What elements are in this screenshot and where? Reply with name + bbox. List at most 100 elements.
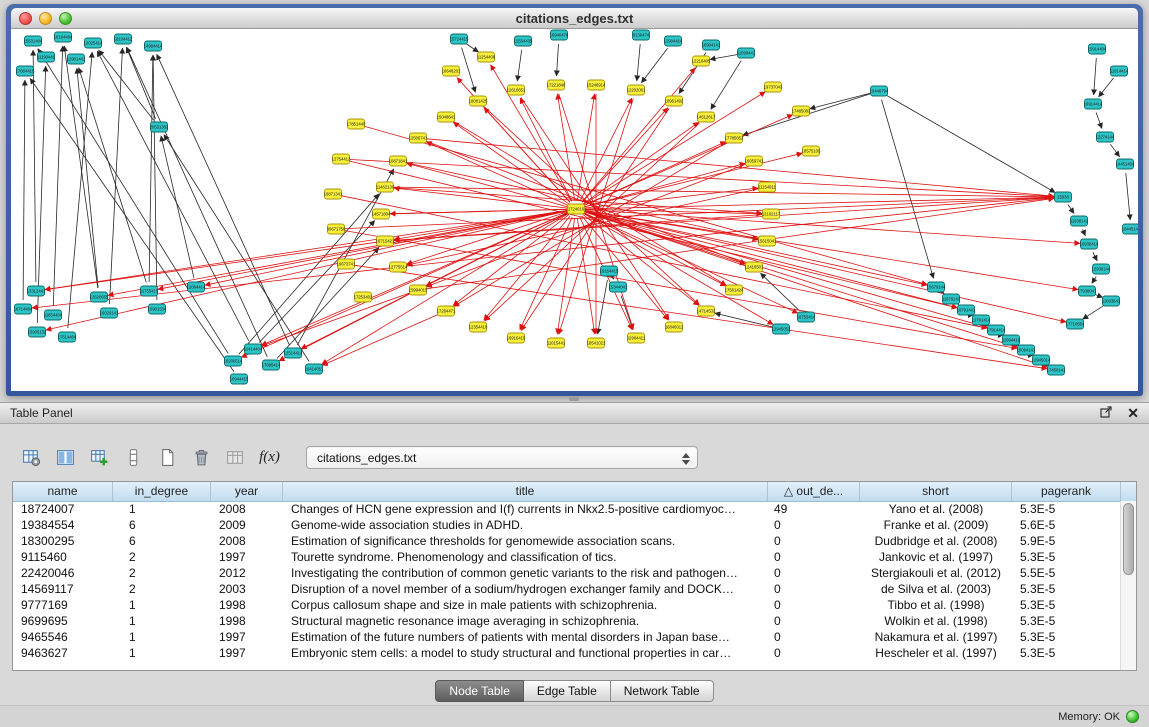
table-row[interactable]: 2242004622012Investigating the contribut… [13,565,1121,581]
graph-node[interactable]: 16715421 [376,236,395,246]
graph-edge[interactable] [710,55,737,60]
graph-node[interactable]: 12775514 [389,262,408,272]
graph-node[interactable]: 16059741 [745,156,764,166]
graph-edge[interactable] [585,212,988,328]
graph-node[interactable]: 15905132 [28,327,47,337]
graph-edge[interactable] [127,47,268,357]
graph-node[interactable]: 12791414 [972,315,991,325]
graph-edge[interactable] [598,280,608,334]
graph-node[interactable]: 12216405 [692,56,711,66]
graph-node[interactable]: 15679144 [927,282,946,292]
graph-node[interactable]: 12506741 [409,133,428,143]
column-header-short[interactable]: short [860,482,1012,501]
graph-node[interactable]: 16916415 [507,333,526,343]
graph-node[interactable]: 16940478 [550,30,569,40]
graph-node[interactable]: 16791441 [957,305,976,315]
graph-node[interactable]: 15994015 [409,285,428,295]
graph-node[interactable]: 16904141 [702,40,721,50]
graph-edge[interactable] [30,78,234,371]
graph-node[interactable]: 12901441 [67,54,86,64]
graph-node[interactable]: 12554439 [514,36,533,46]
graph-node[interactable]: 18081425 [469,96,488,106]
graph-edge[interactable] [262,293,410,346]
graph-node[interactable]: 15901534 [148,304,167,314]
graph-edge[interactable] [53,46,62,306]
graph-node[interactable]: 17253402 [354,292,373,302]
graph-edge[interactable] [585,212,1018,348]
graph-node[interactable]: 11015441 [547,338,566,348]
graph-edge[interactable] [641,48,667,83]
minimize-window-button[interactable] [39,12,52,25]
graph-node[interactable]: 16755414 [797,312,816,322]
graph-node[interactable]: 16029141 [100,308,119,318]
graph-node[interactable]: 17938041 [1078,286,1097,296]
graph-edge[interactable] [64,46,98,288]
graph-node[interactable]: 16961492 [665,96,684,106]
graph-node[interactable]: 12754412 [332,154,351,164]
table-row[interactable]: 1830029562008Estimation of significance … [13,533,1121,549]
graph-node[interactable]: 16414051 [305,364,324,374]
table-settings-icon[interactable] [18,444,45,471]
column-header-title[interactable]: title [283,482,768,501]
table-row[interactable]: 946362711997Embryonic stem cells: a mode… [13,645,1121,661]
graph-edge[interactable] [345,197,1054,228]
graph-node[interactable]: 11755415 [140,286,159,296]
graph-edge[interactable] [577,218,594,334]
graph-edge[interactable] [585,211,1066,322]
graph-edge[interactable] [1126,173,1130,220]
graph-node[interactable]: 17895414 [262,360,281,370]
column-header-year[interactable]: year [211,482,283,501]
graph-node[interactable]: 15344041 [609,282,628,292]
graph-node[interactable]: 10944415 [230,374,249,384]
graph-edge[interactable] [32,268,389,308]
graph-edge[interactable] [485,123,700,321]
graph-edge[interactable] [350,160,1054,197]
graph-node[interactable]: 20531302 [150,122,169,132]
graph-edge[interactable] [164,135,309,362]
graph-edge[interactable] [1068,205,1074,214]
graph-edge[interactable] [557,44,559,76]
graph-node[interactable]: 12904414 [664,36,683,46]
graph-edge[interactable] [350,161,958,308]
graph-edge[interactable] [584,92,766,205]
graph-node[interactable]: 12416501 [745,262,764,272]
graph-node[interactable]: 11090441 [737,48,756,58]
graph-node[interactable]: 17450141 [1047,365,1066,375]
graph-node[interactable]: 17485083 [792,106,811,116]
graph-edge[interactable] [161,136,194,278]
graph-node[interactable]: 1724016 [568,204,585,214]
graph-edge[interactable] [97,51,249,341]
graph-edge[interactable] [1083,229,1086,235]
graph-edge[interactable] [390,197,1054,214]
graph-node[interactable]: 30671750 [327,224,346,234]
graph-node[interactable]: 15914404 [1088,44,1107,54]
graph-edge[interactable] [1095,295,1102,298]
graph-node[interactable]: 12025414 [84,38,103,48]
graph-node[interactable]: 10871841 [389,156,408,166]
graph-edge[interactable] [582,108,668,203]
graph-node[interactable]: 12312441 [27,286,46,296]
graph-edge[interactable] [1110,144,1119,157]
graph-edge[interactable] [1099,78,1114,97]
column-header-name[interactable]: name [13,482,113,501]
graph-edge[interactable] [1093,252,1097,261]
graph-edge[interactable] [46,211,567,330]
graph-node[interactable]: 12945014 [1032,355,1051,365]
table-row[interactable]: 969969511998Structural magnetic resonanc… [13,613,1121,629]
graph-edge[interactable] [577,94,594,200]
graph-node[interactable]: 19737043 [764,82,783,92]
graph-node[interactable]: 17221840 [547,80,566,90]
scrollbar-thumb[interactable] [1123,503,1134,575]
graph-edge[interactable] [517,50,521,81]
graph-node[interactable]: 15615041 [758,236,777,246]
graph-edge[interactable] [1096,113,1102,129]
graph-edge[interactable] [99,50,154,120]
graph-node[interactable]: 15246914 [587,80,606,90]
graph-edge[interactable] [1094,58,1097,95]
graph-edge[interactable] [557,94,574,200]
graph-node[interactable]: 12514414 [284,348,303,358]
graph-edge[interactable] [149,55,153,282]
graph-node[interactable]: 11254408 [477,52,496,62]
graph-node[interactable]: 11938141 [1070,216,1089,226]
tab-node-table[interactable]: Node Table [435,680,524,702]
